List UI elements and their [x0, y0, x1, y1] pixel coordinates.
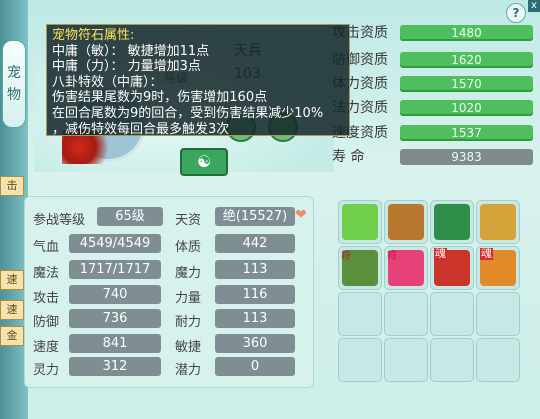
- stat-label: 灵力: [33, 363, 60, 378]
- aptitude-panel: 攻击资质 1480 防御资质 1620 体力资质 1570 法力资质 1020 …: [330, 20, 535, 170]
- aptitude-value: 1570: [400, 76, 533, 92]
- aptitude-row: 寿 命 9383: [330, 147, 535, 167]
- soul-tag: 魂: [434, 247, 447, 260]
- stat-label: 攻击: [33, 291, 60, 306]
- tooltip-line: ，减伤特效每回合最多触发3次: [52, 121, 230, 137]
- side-word-4: 金: [0, 326, 24, 346]
- tooltip-line: 伤害结果尾数为9时，伤害增加160点: [52, 90, 268, 106]
- empty-skill-slot[interactable]: [338, 338, 382, 382]
- aptitude-value: 1480: [400, 25, 533, 41]
- stat-value: 736: [69, 309, 161, 328]
- empty-skill-slot[interactable]: [430, 292, 474, 336]
- side-word-2: 速: [0, 270, 24, 290]
- aptitude-label: 寿 命: [332, 149, 365, 165]
- empty-skill-slot[interactable]: [476, 292, 520, 336]
- stat-label: 魔法: [33, 266, 60, 281]
- aptitude-value: 1537: [400, 125, 533, 141]
- lifespan-value: 9383: [400, 149, 533, 165]
- stat-value: 113: [215, 309, 295, 328]
- stat-label: 潜力: [175, 363, 202, 378]
- stat-value: 0: [215, 357, 295, 376]
- tooltip-line: 中庸（敏）： 敏捷增加11点: [52, 43, 210, 59]
- stat-value: 65级: [97, 207, 163, 226]
- stat-value: 1717/1717: [69, 260, 161, 279]
- rune-attribute-tooltip: 宠物符石属性: 中庸（敏）： 敏捷增加11点 中庸（力）： 力量增加3点 八卦特…: [46, 24, 350, 137]
- skill-slot[interactable]: 符: [338, 246, 382, 290]
- tooltip-title: 宠物符石属性:: [52, 28, 135, 43]
- aptitude-value: 1620: [400, 52, 533, 68]
- stat-value: 312: [69, 357, 161, 376]
- green-heart-skill-icon: [342, 204, 378, 240]
- stat-label: 魔力: [175, 266, 202, 281]
- stat-value: 841: [69, 334, 161, 353]
- stat-value: 116: [215, 285, 295, 304]
- stat-label: 参战等级: [33, 213, 86, 228]
- boot-skill-icon: [388, 204, 424, 240]
- tab-pet-char-2: 物: [7, 87, 21, 103]
- rune-tag: 符: [341, 251, 351, 262]
- side-word-3: 速: [0, 300, 24, 320]
- skill-slot[interactable]: 符: [384, 246, 428, 290]
- skill-slot[interactable]: 魂: [476, 246, 520, 290]
- empty-skill-slot[interactable]: [476, 338, 520, 382]
- aptitude-value: 1020: [400, 100, 533, 116]
- aptitude-row: 防御资质 1620: [330, 50, 535, 70]
- tab-pet-char-1: 宠: [7, 65, 21, 81]
- stat-label: 体质: [175, 240, 202, 255]
- tooltip-line: 中庸（力）： 力量增加3点: [52, 59, 201, 75]
- heart-icon[interactable]: ❤: [295, 207, 307, 223]
- skill-slot[interactable]: [476, 200, 520, 244]
- skill-slot[interactable]: [384, 200, 428, 244]
- empty-skill-slot[interactable]: [384, 338, 428, 382]
- close-button[interactable]: x: [528, 0, 540, 12]
- stat-label: 敏捷: [175, 340, 202, 355]
- tab-pet[interactable]: 宠 物: [2, 40, 26, 128]
- skill-slot[interactable]: 魂: [430, 246, 474, 290]
- skill-slot[interactable]: [430, 200, 474, 244]
- stat-label: 气血: [33, 240, 60, 255]
- skill-grid: 符 符 魂 魂: [336, 198, 526, 398]
- stat-label: 天资: [175, 213, 202, 228]
- skill-slot[interactable]: [338, 200, 382, 244]
- pet-window: 宠 物 击 速 速 金 ? x 等级 天兵 103 ☯ 攻击资质 1480 防御…: [0, 0, 540, 419]
- yin-yang-button[interactable]: ☯: [180, 148, 228, 176]
- stat-value: 442: [215, 234, 295, 253]
- stat-value: 740: [69, 285, 161, 304]
- empty-skill-slot[interactable]: [338, 292, 382, 336]
- tooltip-line: 在回合尾数为9的回合，受到伤害结果减少10%: [52, 105, 324, 121]
- soul-tag: 魂: [480, 247, 493, 260]
- aptitude-row: 体力资质 1570: [330, 74, 535, 94]
- green-warrior-skill-icon: [434, 204, 470, 240]
- stat-value: 113: [215, 260, 295, 279]
- stat-label: 防御: [33, 315, 60, 330]
- rune-tag: 符: [387, 251, 397, 262]
- stats-panel: 参战等级 65级 天资 绝(15527) ❤ 气血 4549/4549 体质 4…: [24, 196, 314, 388]
- stat-label: 耐力: [175, 315, 202, 330]
- empty-skill-slot[interactable]: [384, 292, 428, 336]
- aptitude-row: 速度资质 1537: [330, 123, 535, 143]
- shield-skill-icon: [480, 204, 516, 240]
- tooltip-line: 八卦特效（中庸）：: [52, 74, 163, 90]
- aptitude-row: 法力资质 1020: [330, 98, 535, 118]
- stat-value: 360: [215, 334, 295, 353]
- side-word-1: 击: [0, 176, 24, 196]
- stat-label: 速度: [33, 340, 60, 355]
- aptitude-row: 攻击资质 1480: [330, 23, 535, 43]
- stat-value: 绝(15527): [215, 207, 295, 226]
- stat-value: 4549/4549: [69, 234, 161, 253]
- stat-label: 力量: [175, 291, 202, 306]
- empty-skill-slot[interactable]: [430, 338, 474, 382]
